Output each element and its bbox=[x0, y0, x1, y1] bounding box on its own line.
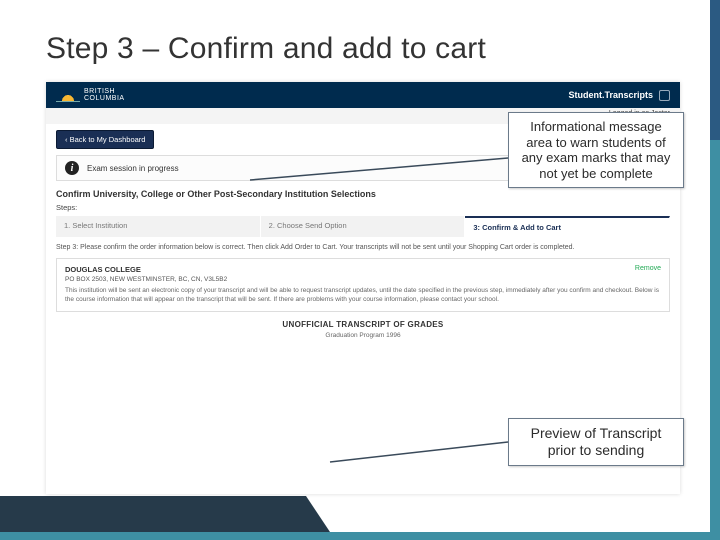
pointer-line-bottom bbox=[330, 438, 520, 468]
institution-card: DOUGLAS COLLEGE Remove PO BOX 2503, NEW … bbox=[56, 258, 670, 312]
remove-link[interactable]: Remove bbox=[635, 265, 661, 274]
institution-blurb: This institution will be sent an electro… bbox=[65, 287, 661, 305]
header-right: Student.Transcripts bbox=[568, 90, 670, 101]
tab-step-1[interactable]: 1. Select Institution bbox=[56, 216, 261, 237]
app-header: BRITISH COLUMBIA Student.Transcripts bbox=[46, 82, 680, 108]
info-message-text: Exam session in progress bbox=[87, 164, 179, 173]
doc-icon[interactable] bbox=[659, 90, 670, 101]
sun-icon bbox=[56, 88, 80, 102]
tab-step-3[interactable]: 3: Confirm & Add to Cart bbox=[465, 216, 670, 237]
tab-step-2[interactable]: 2. Choose Send Option bbox=[261, 216, 466, 237]
back-button[interactable]: ‹ Back to My Dashboard bbox=[56, 130, 154, 149]
slide: Step 3 – Confirm and add to cart BRITISH… bbox=[0, 0, 720, 540]
annotation-info-area: Informational message area to warn stude… bbox=[508, 112, 684, 188]
accent-triangle bbox=[306, 496, 330, 532]
bc-logo: BRITISH COLUMBIA bbox=[56, 88, 125, 102]
slide-title: Step 3 – Confirm and add to cart bbox=[46, 32, 486, 66]
annotation-transcript-preview: Preview of Transcript prior to sending bbox=[508, 418, 684, 466]
accent-bottom bbox=[0, 532, 720, 540]
unofficial-heading: UNOFFICIAL TRANSCRIPT OF GRADES bbox=[46, 320, 680, 329]
section-heading: Confirm University, College or Other Pos… bbox=[56, 189, 670, 199]
step-description: Step 3: Please confirm the order informa… bbox=[56, 243, 670, 252]
pointer-line-top bbox=[250, 152, 520, 182]
graduation-program: Graduation Program 1996 bbox=[46, 332, 680, 339]
accent-right bbox=[710, 0, 720, 540]
institution-name: DOUGLAS COLLEGE bbox=[65, 265, 141, 274]
info-icon: i bbox=[65, 161, 79, 175]
brand-line2: COLUMBIA bbox=[84, 95, 125, 102]
brand-line1: BRITISH bbox=[84, 88, 125, 95]
steps-label: Steps: bbox=[56, 203, 670, 212]
institution-address: PO BOX 2503, NEW WESTMINSTER, BC, CN, V3… bbox=[65, 276, 661, 283]
step-tabs: 1. Select Institution 2. Choose Send Opt… bbox=[56, 216, 670, 237]
service-name: Student.Transcripts bbox=[568, 90, 653, 100]
accent-dark-band bbox=[0, 496, 306, 532]
